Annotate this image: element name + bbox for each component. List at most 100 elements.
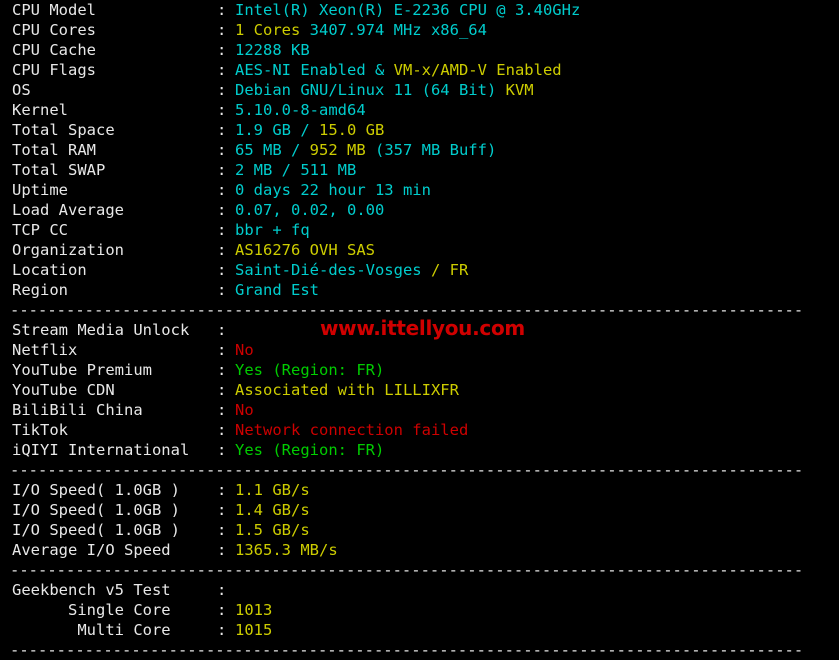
info-row: Organization: AS16276 OVH SAS	[0, 240, 839, 260]
info-row-value: 1013	[235, 601, 272, 619]
value-segment: No	[235, 341, 254, 359]
info-row: TCP CC: bbr + fq	[0, 220, 839, 240]
info-row-label: Netflix	[12, 341, 78, 359]
info-row-colon: :	[217, 61, 227, 79]
info-row: Total RAM:65 MB / 952 MB (357 MB Buff)	[0, 140, 839, 160]
info-row: CPU Model: Intel(R) Xeon(R) E-2236 CPU @ …	[0, 0, 839, 20]
info-row-label: BiliBili China	[12, 401, 143, 419]
info-row-label: Total RAM	[12, 141, 96, 159]
info-row: Location: Saint-Dié-des-Vosges / FR	[0, 260, 839, 280]
section-separator-4: ----------------------------------------…	[10, 641, 804, 659]
value-segment: 1365.3 MB/s	[235, 541, 338, 559]
info-row-label: Single Core	[12, 601, 171, 619]
info-row-label: I/O Speed( 1.0GB )	[12, 521, 180, 539]
info-row-label: Multi Core	[12, 621, 171, 639]
info-row: Kernel:5.10.0-8-amd64	[0, 100, 839, 120]
value-segment: (357 MB Buff)	[365, 141, 497, 159]
system-info-section: CPU Model: Intel(R) Xeon(R) E-2236 CPU @ …	[0, 0, 839, 300]
info-row-label: OS	[12, 81, 31, 99]
info-row-value: Yes (Region: FR)	[235, 441, 384, 459]
info-row-colon: :	[217, 481, 227, 499]
info-row-value: AS16276 OVH SAS	[235, 241, 375, 259]
value-segment: Saint-Dié-des-Vosges	[235, 261, 431, 279]
info-row-value: 1.9 GB / 15.0 GB	[235, 121, 384, 139]
info-row-value: Grand Est	[235, 281, 319, 299]
info-row-label: Geekbench v5 Test	[12, 581, 171, 599]
info-row-value: 0 days 22 hour 13 min	[235, 181, 431, 199]
info-row-colon: :	[217, 1, 227, 19]
value-segment: 3407.974 MHz x86_64	[300, 21, 487, 39]
info-row-value: 0.07, 0.02, 0.00	[235, 201, 384, 219]
info-row-colon: :	[217, 181, 227, 199]
value-segment: 5.10.0-8-amd64	[235, 101, 366, 119]
value-segment: 1.5 GB/s	[235, 521, 310, 539]
info-row-value: 1 Cores 3407.974 MHz x86_64	[235, 21, 487, 39]
info-row: Multi Core:1015	[0, 620, 839, 640]
info-row: Load Average:0.07, 0.02, 0.00	[0, 200, 839, 220]
info-row-value: Network connection failed	[235, 421, 468, 439]
info-row-value: 5.10.0-8-amd64	[235, 101, 366, 119]
info-row-label: Region	[12, 281, 68, 299]
info-row-value: Saint-Dié-des-Vosges / FR	[235, 261, 468, 279]
site-watermark: www.ittellyou.com	[320, 316, 525, 340]
info-row-colon: :	[217, 281, 227, 299]
info-row-label: Kernel	[12, 101, 68, 119]
value-segment: 65 MB /	[235, 141, 310, 159]
info-row-value: No	[235, 341, 254, 359]
info-row-colon: :	[217, 21, 227, 39]
value-segment: 1 Cores	[235, 21, 301, 39]
info-row-label: TikTok	[12, 421, 68, 439]
info-row: iQIYI International: Yes (Region: FR)	[0, 440, 839, 460]
info-row-value: 65 MB / 952 MB (357 MB Buff)	[235, 141, 496, 159]
info-row-label: Uptime	[12, 181, 68, 199]
value-segment: 1015	[235, 621, 273, 639]
info-row-colon: :	[217, 161, 227, 179]
value-segment: 12288 KB	[235, 41, 310, 59]
info-row-colon: :	[217, 361, 227, 379]
value-segment: 1013	[235, 601, 273, 619]
io-speed-section: I/O Speed( 1.0GB ):1.1 GB/s I/O Speed( 1.…	[0, 480, 839, 560]
info-row-colon: :	[217, 241, 227, 259]
info-row: I/O Speed( 1.0GB ):1.5 GB/s	[0, 520, 839, 540]
info-row-colon: :	[217, 581, 227, 599]
info-row: Total Space:1.9 GB / 15.0 GB	[0, 120, 839, 140]
section-separator-3: ----------------------------------------…	[10, 561, 804, 579]
info-row-colon: :	[217, 121, 227, 139]
info-row-colon: :	[217, 401, 227, 419]
info-row-colon: :	[217, 541, 227, 559]
value-segment: Debian GNU/Linux 11 (64 Bit)	[235, 81, 506, 99]
value-segment: Yes (Region: FR)	[235, 441, 385, 459]
info-row-colon: :	[217, 421, 227, 439]
info-row-colon: :	[217, 101, 227, 119]
value-segment: VM-x/AMD-V Enabled	[393, 61, 562, 79]
info-row: I/O Speed( 1.0GB ):1.1 GB/s	[0, 480, 839, 500]
info-row-colon: :	[217, 381, 227, 399]
info-row-label: CPU Model	[12, 1, 96, 19]
info-row-value: 2 MB / 511 MB	[235, 161, 356, 179]
info-row-value: Associated with LILLIXFR	[235, 381, 459, 399]
info-row-label: Organization	[12, 241, 124, 259]
value-segment: AS16276 OVH SAS	[235, 241, 375, 259]
info-row: Netflix: No	[0, 340, 839, 360]
info-row-value: bbr + fq	[235, 221, 310, 239]
info-row-label: CPU Flags	[12, 61, 96, 79]
section-separator-2: ----------------------------------------…	[10, 461, 804, 479]
value-segment: Grand Est	[235, 281, 319, 299]
info-row: CPU Cores:1 Cores 3407.974 MHz x86_64	[0, 20, 839, 40]
info-row-colon: :	[217, 201, 227, 219]
value-segment: Associated with LILLIXFR	[235, 381, 459, 399]
value-segment: / FR	[430, 261, 469, 279]
value-segment: Network connection failed	[235, 421, 469, 439]
info-row: Single Core:1013	[0, 600, 839, 620]
info-row-colon: :	[217, 221, 227, 239]
info-row-colon: :	[217, 321, 227, 339]
value-segment: 0 days 22 hour 13 min	[235, 181, 431, 199]
info-row-value: 1365.3 MB/s	[235, 541, 338, 559]
info-row-colon: :	[217, 141, 227, 159]
info-row-value: 1.5 GB/s	[235, 521, 310, 539]
info-row: Geekbench v5 Test:	[0, 580, 839, 600]
info-row-label: Total Space	[12, 121, 115, 139]
info-row-colon: :	[217, 521, 227, 539]
info-row-value: 1.1 GB/s	[235, 481, 310, 499]
value-segment: &	[365, 61, 394, 79]
